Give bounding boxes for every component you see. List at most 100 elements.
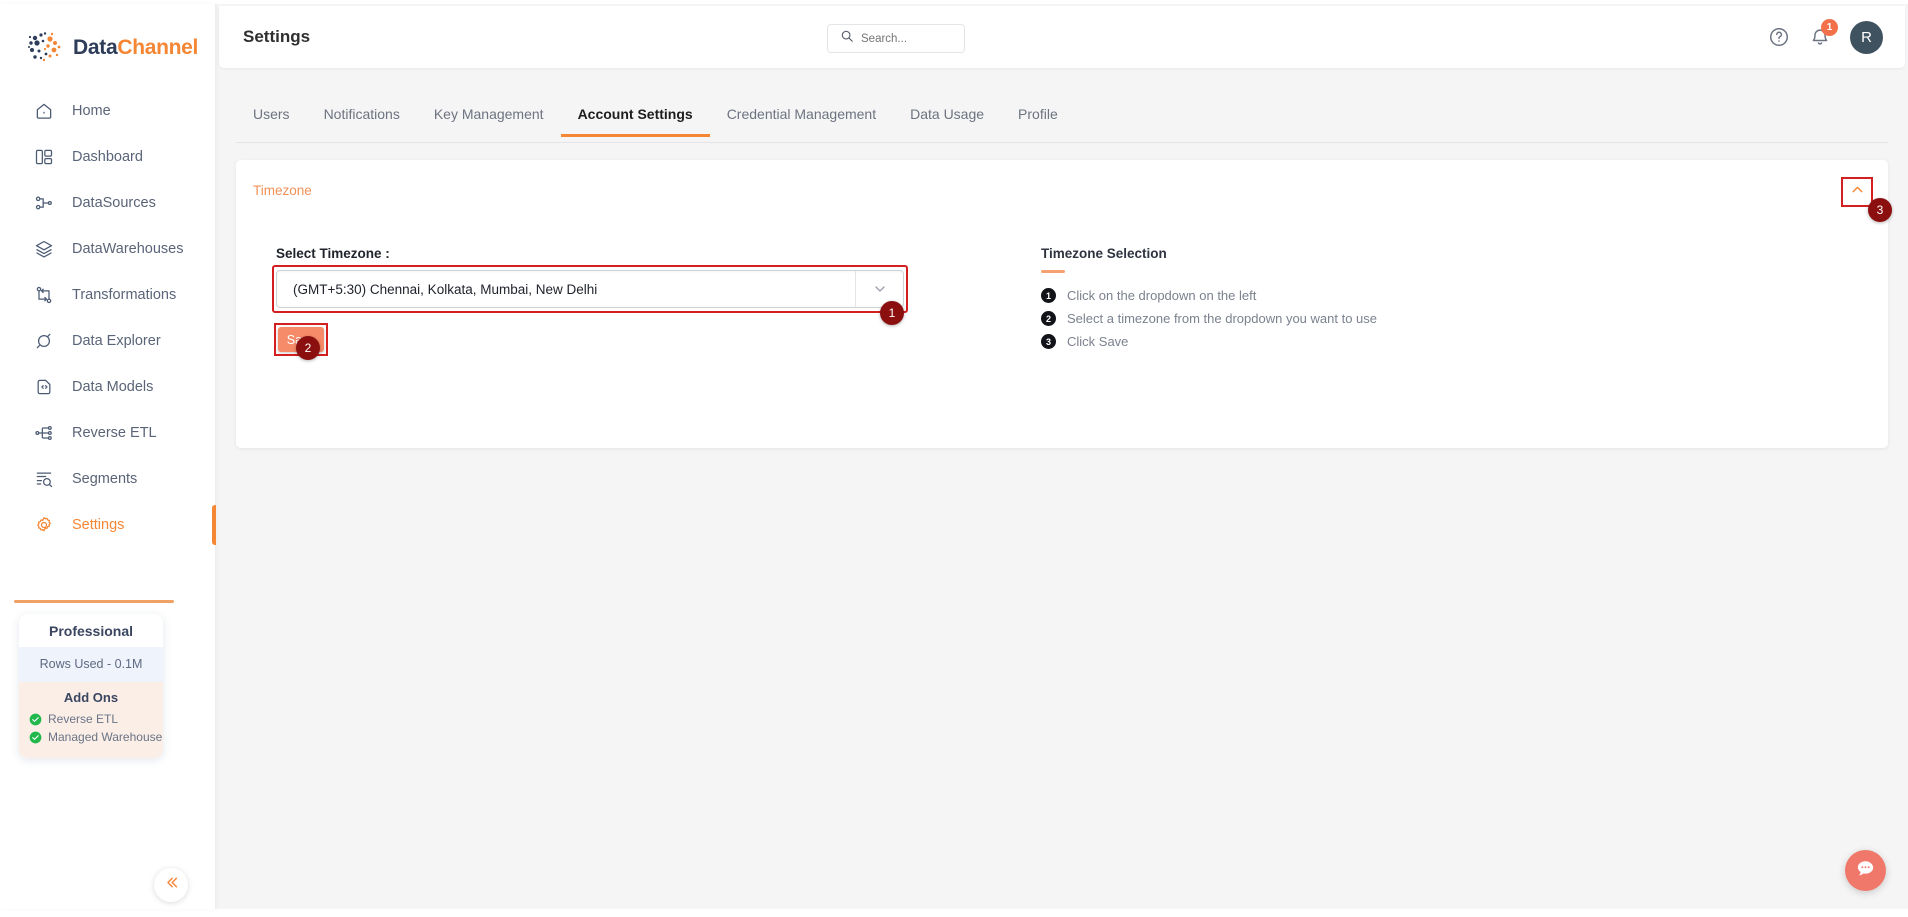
instructions-panel: Timezone Selection 1 Click on the dropdo…	[1041, 246, 1541, 353]
datawarehouses-icon	[33, 239, 54, 260]
sidebar-item-transformations[interactable]: Transformations	[0, 272, 215, 318]
check-circle-icon	[29, 731, 42, 744]
tab-label: Data Usage	[910, 106, 985, 122]
instructions-title: Timezone Selection	[1041, 246, 1167, 261]
header-actions: 1 R	[1768, 6, 1883, 68]
addon-label: Reverse ETL	[48, 712, 119, 726]
search-icon	[840, 29, 854, 48]
tab-label: Credential Management	[726, 106, 877, 122]
settings-tabs: Users Notifications Key Management Accou…	[236, 98, 1888, 143]
sidebar-nav: Home Dashboard DataSources DataWarehouse…	[0, 88, 216, 548]
active-indicator	[212, 505, 216, 545]
brand-logo-area: DataChannel	[0, 4, 215, 66]
chevron-double-left-icon	[163, 874, 180, 896]
datachannel-logo-icon	[26, 29, 64, 67]
instructions-underline	[1041, 270, 1065, 273]
tab-notifications[interactable]: Notifications	[307, 98, 417, 136]
page-title: Settings	[243, 27, 311, 46]
tab-label: Users	[253, 106, 290, 122]
notifications-button[interactable]: 1	[1809, 19, 1838, 48]
chat-bubble-icon	[1854, 857, 1877, 885]
data-models-icon	[33, 377, 54, 398]
sidebar-item-label: Settings	[72, 517, 125, 533]
sidebar: DataChannel Home Dashboard DataSources D…	[0, 4, 216, 909]
search-box[interactable]	[827, 24, 965, 53]
select-timezone-label: Select Timezone :	[276, 246, 390, 261]
tab-profile[interactable]: Profile	[1001, 98, 1075, 136]
question-circle-icon[interactable]	[1768, 26, 1790, 48]
gear-icon	[33, 515, 54, 536]
top-header: Settings Search... 1 R	[219, 6, 1905, 68]
step-text: Click Save	[1067, 334, 1129, 349]
sidebar-item-datawarehouses[interactable]: DataWarehouses	[0, 226, 215, 272]
sidebar-item-datasources[interactable]: DataSources	[0, 180, 215, 226]
sidebar-item-label: DataSources	[72, 195, 156, 211]
reverse-etl-icon	[33, 423, 54, 444]
sidebar-item-segments[interactable]: Segments	[0, 456, 215, 502]
tab-label: Profile	[1018, 106, 1058, 122]
sidebar-item-label: Data Explorer	[72, 333, 161, 349]
sidebar-item-data-explorer[interactable]: Data Explorer	[0, 318, 215, 364]
sidebar-item-label: DataWarehouses	[72, 241, 184, 257]
segments-icon	[33, 469, 54, 490]
list-item: Managed Warehouse	[29, 728, 163, 746]
list-item: 2 Select a timezone from the dropdown yo…	[1041, 307, 1541, 330]
brand-name-part2: Channel	[117, 36, 199, 59]
brand-name: DataChannel	[73, 36, 198, 60]
search-input[interactable]	[861, 32, 953, 45]
list-item: Reverse ETL	[29, 710, 163, 728]
sidebar-item-data-models[interactable]: Data Models	[0, 364, 215, 410]
brand-name-part1: Data	[73, 36, 118, 59]
sidebar-collapse-button[interactable]	[154, 868, 188, 902]
data-explorer-icon	[33, 331, 54, 352]
tab-active-underline	[560, 134, 710, 137]
plan-rows-used: Rows Used - 0.1M	[19, 647, 163, 682]
plan-divider	[14, 600, 174, 603]
sidebar-item-label: Segments	[72, 471, 138, 487]
home-icon	[33, 101, 54, 122]
highlight-box-collapse	[1841, 177, 1873, 207]
annotation-badge-2: 2	[296, 336, 320, 360]
sidebar-item-home[interactable]: Home	[0, 88, 215, 134]
sidebar-item-label: Home	[72, 103, 111, 119]
step-text: Click on the dropdown on the left	[1067, 288, 1257, 303]
sidebar-item-label: Reverse ETL	[72, 425, 157, 441]
timezone-card: Timezone 3 Select Timezone : (GMT+5:30) …	[236, 160, 1892, 448]
tab-key-management[interactable]: Key Management	[417, 98, 561, 136]
plan-title: Professional	[19, 614, 163, 647]
tab-data-usage[interactable]: Data Usage	[893, 98, 1001, 136]
sidebar-item-dashboard[interactable]: Dashboard	[0, 134, 215, 180]
sidebar-item-label: Transformations	[72, 287, 177, 303]
bell-icon	[1809, 29, 1831, 52]
tab-label: Key Management	[433, 106, 544, 122]
plan-card: Professional Rows Used - 0.1M Add Ons Re…	[19, 614, 163, 758]
highlight-box-dropdown	[272, 265, 908, 313]
notification-count-badge: 1	[1821, 19, 1838, 36]
list-item: 3 Click Save	[1041, 330, 1541, 353]
sidebar-item-settings[interactable]: Settings	[0, 502, 216, 548]
tab-label: Notifications	[323, 106, 400, 122]
main-area: Settings Search... 1 R Users Notificatio…	[216, 4, 1908, 909]
step-number: 2	[1041, 311, 1056, 326]
plan-addons-heading: Add Ons	[19, 682, 163, 710]
annotation-badge-3: 3	[1868, 198, 1892, 222]
check-circle-icon	[29, 713, 42, 726]
tab-account-settings[interactable]: Account Settings	[560, 98, 710, 137]
avatar[interactable]: R	[1850, 20, 1883, 54]
dashboard-icon	[33, 147, 54, 168]
annotation-badge-1: 1	[880, 301, 904, 325]
plan-addons-list: Reverse ETL Managed Warehouse	[19, 710, 163, 758]
sidebar-item-label: Dashboard	[72, 149, 143, 165]
step-text: Select a timezone from the dropdown you …	[1067, 311, 1378, 326]
chat-support-button[interactable]	[1845, 850, 1886, 891]
tab-users[interactable]: Users	[236, 98, 307, 136]
tab-credential-management[interactable]: Credential Management	[710, 98, 893, 136]
sidebar-item-label: Data Models	[72, 379, 154, 395]
page-bottom-chrome	[0, 909, 1908, 917]
step-number: 1	[1041, 288, 1056, 303]
tab-label: Account Settings	[577, 106, 693, 122]
addon-label: Managed Warehouse	[48, 730, 163, 744]
list-item: 1 Click on the dropdown on the left	[1041, 284, 1541, 307]
transformations-icon	[33, 285, 54, 306]
sidebar-item-reverse-etl[interactable]: Reverse ETL	[0, 410, 215, 456]
